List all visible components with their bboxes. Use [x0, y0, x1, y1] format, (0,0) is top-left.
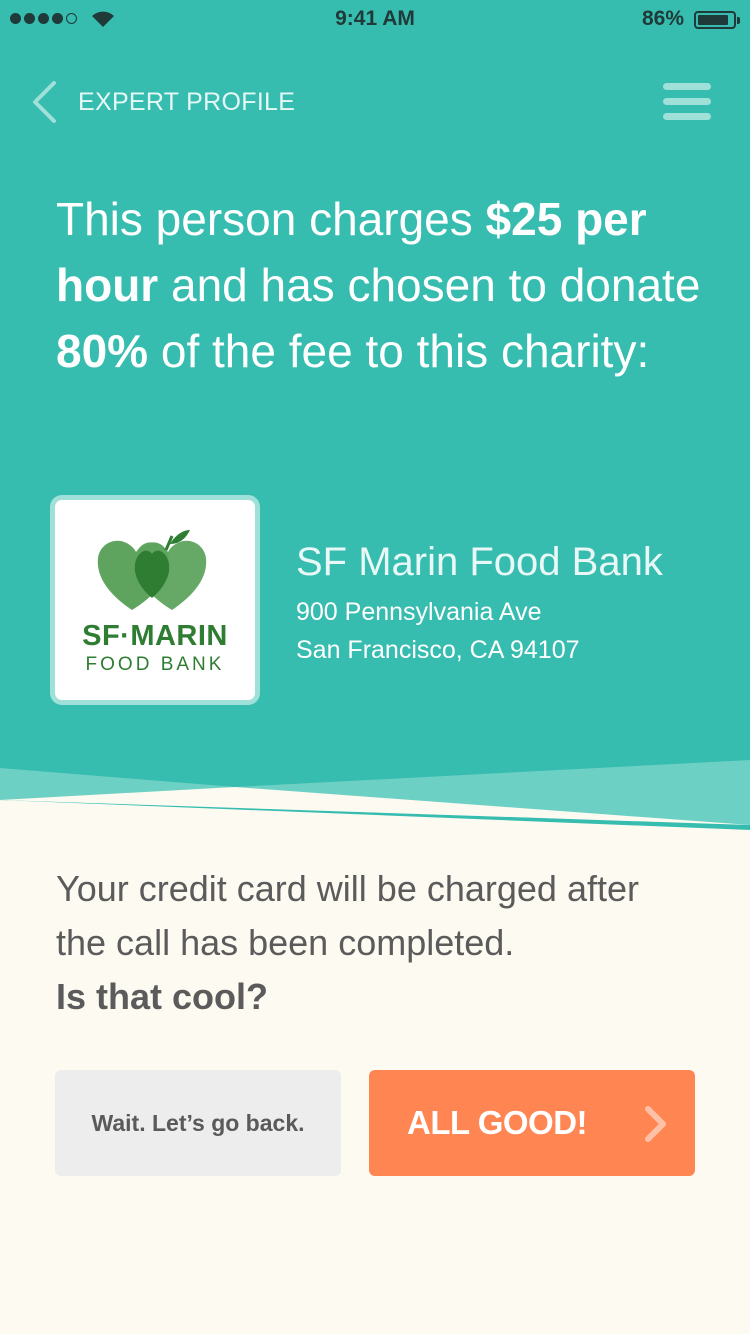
- donation-percent: 80%: [56, 325, 149, 377]
- charity-logo: SF·MARIN FOOD BANK: [50, 495, 260, 705]
- confirmation-text: Your credit card will be charged after t…: [56, 868, 639, 963]
- headline-text-3: of the fee to this charity:: [148, 325, 650, 377]
- charity-address-line1: 900 Pennsylvania Ave: [296, 598, 542, 626]
- header-wave-divider: [0, 760, 750, 835]
- fee-description: This person charges $25 per hour and has…: [56, 186, 726, 384]
- all-good-label: ALL GOOD!: [407, 1104, 588, 1141]
- chevron-left-icon: [33, 81, 56, 123]
- nav-bar: EXPERT PROFILE: [0, 70, 750, 134]
- headline-text-2: and has chosen to donate: [158, 259, 701, 311]
- go-back-button[interactable]: Wait. Let’s go back.: [55, 1070, 341, 1176]
- logo-text-line1: SF·MARIN: [82, 620, 228, 652]
- charge-confirmation: Your credit card will be charged after t…: [56, 862, 696, 1024]
- confirmation-question: Is that cool?: [56, 976, 269, 1017]
- back-button[interactable]: EXPERT PROFILE: [30, 80, 295, 124]
- status-time: 9:41 AM: [335, 7, 415, 30]
- charity-name: SF Marin Food Bank: [296, 540, 663, 584]
- back-label: EXPERT PROFILE: [78, 87, 296, 116]
- apple-hearts-logo-icon: [97, 530, 207, 610]
- all-good-button[interactable]: ALL GOOD!: [369, 1070, 695, 1176]
- battery-icon: [694, 11, 740, 29]
- logo-text-line2: FOOD BANK: [85, 654, 225, 675]
- chevron-right-icon: [645, 1106, 666, 1142]
- battery-percent: 86%: [641, 7, 684, 30]
- status-bar: 9:41 AM 86%: [0, 0, 750, 40]
- headline-text-1: This person charges: [56, 193, 486, 245]
- hamburger-menu-icon[interactable]: [663, 83, 711, 127]
- charity-address-line2: San Francisco, CA 94107: [296, 636, 580, 664]
